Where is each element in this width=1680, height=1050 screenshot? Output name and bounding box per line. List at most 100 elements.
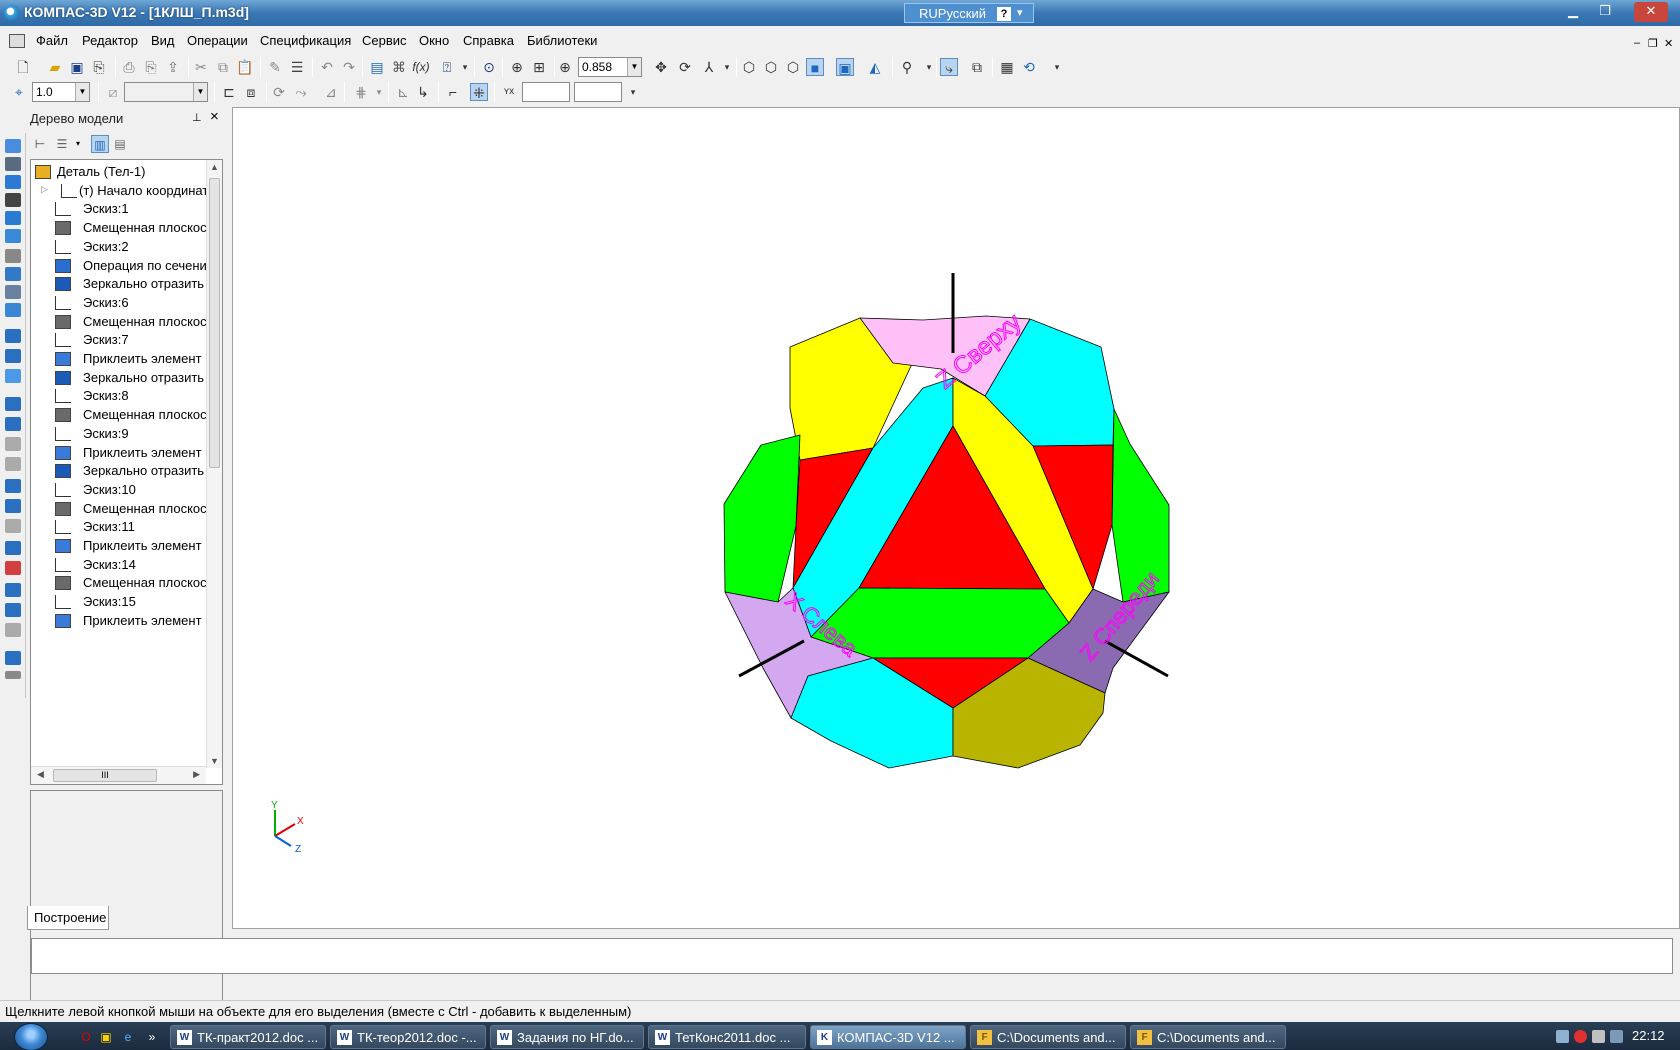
pin-icon[interactable]: ⊥ bbox=[192, 111, 202, 124]
print-settings-icon[interactable]: ⎘ bbox=[90, 58, 108, 76]
chamfer-icon[interactable] bbox=[5, 499, 21, 513]
hidden-lines-icon[interactable]: ⬡ bbox=[762, 58, 780, 76]
sketch-tools-icon[interactable] bbox=[5, 157, 21, 171]
pan-icon[interactable]: ✥ bbox=[652, 58, 670, 76]
select-mode-icon[interactable]: ⤷ bbox=[940, 58, 958, 76]
doc-close-button[interactable]: ✕ bbox=[1664, 37, 1673, 50]
cut-icon[interactable]: ✂ bbox=[192, 58, 210, 76]
insert-component-icon[interactable] bbox=[5, 651, 21, 665]
context-help-icon[interactable]: ⍰ bbox=[438, 58, 456, 76]
minimize-button[interactable]: ▁ bbox=[1560, 2, 1586, 22]
tree-item[interactable]: Зеркально отразить тело:3 bbox=[31, 461, 206, 481]
scroll-thumb[interactable] bbox=[209, 178, 220, 468]
tab-construction[interactable]: Построение bbox=[27, 906, 109, 930]
tree-item[interactable]: Зеркально отразить тело:2 bbox=[31, 368, 206, 388]
export-icon[interactable]: ⇪ bbox=[164, 58, 182, 76]
close-button[interactable]: ✕ bbox=[1634, 2, 1668, 22]
tree-item[interactable]: Смещенная плоскость:1 bbox=[31, 218, 206, 238]
copy-tool-icon[interactable] bbox=[5, 603, 21, 617]
measure-icon[interactable] bbox=[5, 249, 21, 263]
menu-libraries[interactable]: Библиотеки bbox=[527, 33, 597, 48]
orientation-icon[interactable]: ⅄ bbox=[700, 58, 718, 76]
shaded-icon[interactable]: ■ bbox=[806, 58, 824, 76]
orientation-dropdown-icon[interactable]: ▾ bbox=[718, 58, 736, 76]
opera-icon[interactable]: O bbox=[78, 1029, 94, 1045]
undo-icon[interactable]: ↶ bbox=[318, 58, 336, 76]
layer-dropdown-icon[interactable]: ▼ bbox=[193, 83, 207, 101]
menu-operations[interactable]: Операции bbox=[187, 33, 248, 48]
model-viewport[interactable]: Z Сверху X Слева Z Спереди Y X Z bbox=[232, 107, 1680, 929]
bend-icon[interactable] bbox=[5, 349, 21, 363]
maximize-button[interactable]: ❐ bbox=[1592, 2, 1618, 22]
step-combo[interactable]: 1.0 ▼ bbox=[32, 82, 90, 102]
layer-combo[interactable]: ▼ bbox=[124, 82, 208, 102]
tree-list-icon[interactable]: ▤ bbox=[111, 135, 129, 153]
redo-icon[interactable]: ↷ bbox=[340, 58, 358, 76]
multi-select-icon[interactable]: ⧉ bbox=[968, 58, 986, 76]
expand-icon[interactable]: ▷ bbox=[41, 184, 48, 195]
start-button[interactable] bbox=[14, 1023, 48, 1050]
layer-icon[interactable]: ⧄ bbox=[104, 83, 122, 101]
variables-icon[interactable]: ▤ bbox=[368, 58, 386, 76]
toolbar-options-icon[interactable]: ▾ bbox=[456, 58, 474, 76]
scroll-thumb[interactable]: III bbox=[53, 769, 157, 782]
revolve-tool-icon[interactable] bbox=[5, 417, 21, 431]
zoom-window-icon[interactable]: ⊕ bbox=[508, 58, 526, 76]
edit-details-icon[interactable] bbox=[5, 139, 21, 153]
volume-icon[interactable] bbox=[1592, 1030, 1605, 1043]
parametric-icon[interactable]: ⤳ bbox=[292, 83, 310, 101]
print-preview-icon[interactable]: ⎘ bbox=[142, 58, 160, 76]
panel-close-icon[interactable]: × bbox=[210, 108, 219, 125]
zoom-scale-icon[interactable]: ⊞ bbox=[530, 58, 548, 76]
surfaces-icon[interactable] bbox=[5, 175, 21, 189]
tree-horizontal-scrollbar[interactable]: ◀ III ▶ bbox=[31, 766, 206, 784]
menu-view[interactable]: Вид bbox=[151, 33, 175, 48]
rotate-icon[interactable]: ⟳ bbox=[676, 58, 694, 76]
save-icon[interactable]: ▣ bbox=[68, 58, 86, 76]
fillet-icon[interactable] bbox=[5, 479, 21, 493]
dimensions-icon[interactable] bbox=[5, 267, 21, 281]
snap-icon[interactable]: ⌐ bbox=[444, 83, 462, 101]
tree-item[interactable]: Смещенная плоскость:3 bbox=[31, 405, 206, 425]
menu-edit[interactable]: Редактор bbox=[82, 33, 138, 48]
zoom-combo[interactable]: 0.858 ▼ bbox=[578, 57, 642, 77]
tree-item[interactable]: Зеркально отразить тело:1 bbox=[31, 274, 206, 294]
extrude-tool-icon[interactable] bbox=[5, 397, 21, 411]
tree-item[interactable]: Эскиз:14 bbox=[31, 555, 206, 575]
cursor-coords-icon[interactable]: ʏx bbox=[500, 83, 518, 101]
menu-specification[interactable]: Спецификация bbox=[260, 33, 351, 48]
perspective-icon[interactable]: ◭ bbox=[866, 58, 884, 76]
edit-part-icon[interactable]: ⧈ bbox=[242, 83, 260, 101]
command-panel[interactable] bbox=[31, 938, 1673, 974]
tree-item[interactable]: Смещенная плоскость:4 bbox=[31, 499, 206, 519]
language-options-icon[interactable]: ▾ bbox=[1017, 6, 1023, 19]
shell-icon[interactable] bbox=[5, 519, 21, 533]
menu-file[interactable]: Файл bbox=[36, 33, 68, 48]
loft-tool-icon[interactable] bbox=[5, 437, 21, 451]
scroll-left-icon[interactable]: ◀ bbox=[37, 769, 44, 780]
mirror-tool-icon[interactable] bbox=[5, 583, 21, 597]
tree-item[interactable]: Эскиз:9 bbox=[31, 424, 206, 444]
refresh-view-icon[interactable]: ⊙ bbox=[480, 58, 498, 76]
kompas-app-icon[interactable] bbox=[4, 5, 20, 21]
tree-vertical-scrollbar[interactable]: ▲ ▼ bbox=[206, 160, 222, 768]
clock[interactable]: 22:12 bbox=[1632, 1028, 1665, 1043]
sketch-mode-icon[interactable]: ⊏ bbox=[220, 83, 238, 101]
title-bar[interactable]: КОМПАС-3D V12 - [1КЛШ_П.m3d] RUРусский ?… bbox=[0, 0, 1680, 26]
manager-icon[interactable]: ☰ bbox=[288, 58, 306, 76]
step-dropdown-icon[interactable]: ▼ bbox=[75, 83, 89, 101]
tree-item[interactable]: Деталь (Тел-1) bbox=[31, 162, 206, 182]
paste-icon[interactable]: 📋 bbox=[236, 58, 254, 76]
taskbar-button[interactable]: F C:\Documents and... bbox=[1130, 1025, 1286, 1049]
tree-item[interactable]: Операция по сечениям:1 bbox=[31, 256, 206, 276]
tree-item[interactable]: ▷ (т) Начало координат bbox=[31, 181, 206, 201]
face-green-left[interactable] bbox=[723, 434, 801, 603]
thin-hidden-lines-icon[interactable]: ⬡ bbox=[784, 58, 802, 76]
library-manager-icon[interactable]: ⌘ bbox=[390, 58, 408, 76]
scroll-down-icon[interactable]: ▼ bbox=[210, 756, 219, 766]
tree-item[interactable]: Эскиз:11 bbox=[31, 517, 206, 537]
aux-geometry-icon[interactable] bbox=[5, 211, 21, 225]
local-cs-icon[interactable]: ⊾ bbox=[394, 83, 412, 101]
more-icon[interactable]: » bbox=[144, 1029, 160, 1045]
tree-item[interactable]: Смещенная плоскость:2 bbox=[31, 312, 206, 332]
